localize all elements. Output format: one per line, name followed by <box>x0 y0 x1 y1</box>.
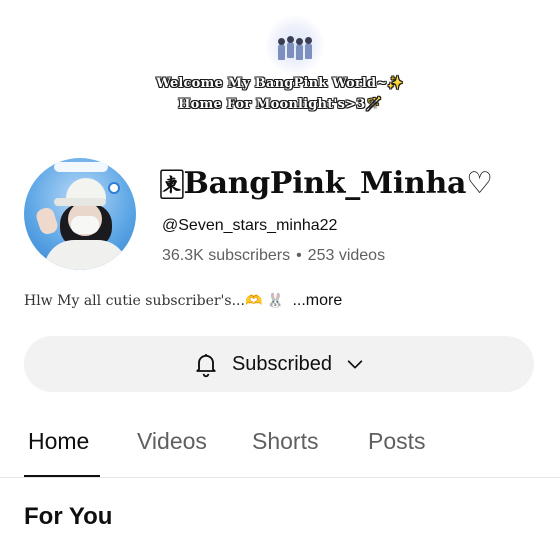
more-link[interactable]: ...more <box>292 292 342 309</box>
channel-tabs: Home Videos Shorts Posts <box>0 420 560 478</box>
subscribed-label: Subscribed <box>231 352 333 375</box>
channel-avatar[interactable] <box>24 158 136 270</box>
banner-text-line-1: Welcome My BangPink World~✨ <box>156 76 404 91</box>
banner-text-line-2: Home For Moonlight's>3🪄 <box>178 97 382 112</box>
bell-icon <box>192 350 220 378</box>
channel-name: 🀀BangPink_Minha♡ <box>160 166 493 201</box>
video-count: 253 videos <box>307 247 386 264</box>
tab-shorts[interactable]: Shorts <box>252 428 318 455</box>
tabs-divider <box>0 477 560 478</box>
channel-handle: @Seven_stars_minha22 <box>162 217 338 234</box>
channel-banner: Welcome My BangPink World~✨ Home For Moo… <box>0 0 560 130</box>
tab-posts[interactable]: Posts <box>368 428 426 455</box>
description-text: Hlw My all cutie subscriber's...🫶 🐰 <box>24 293 285 309</box>
section-title-for-you: For You <box>24 503 113 530</box>
banner-image <box>266 16 324 74</box>
tab-home[interactable]: Home <box>28 428 89 455</box>
stats-separator: • <box>296 247 302 264</box>
tab-videos[interactable]: Videos <box>137 428 207 455</box>
channel-stats: 36.3K subscribers • 253 videos <box>162 247 385 265</box>
chevron-down-icon <box>344 353 366 375</box>
subscriber-count: 36.3K subscribers <box>162 247 291 264</box>
channel-description[interactable]: Hlw My all cutie subscriber's...🫶 🐰 ...m… <box>24 292 342 310</box>
subscribed-button[interactable]: Subscribed <box>24 336 534 392</box>
